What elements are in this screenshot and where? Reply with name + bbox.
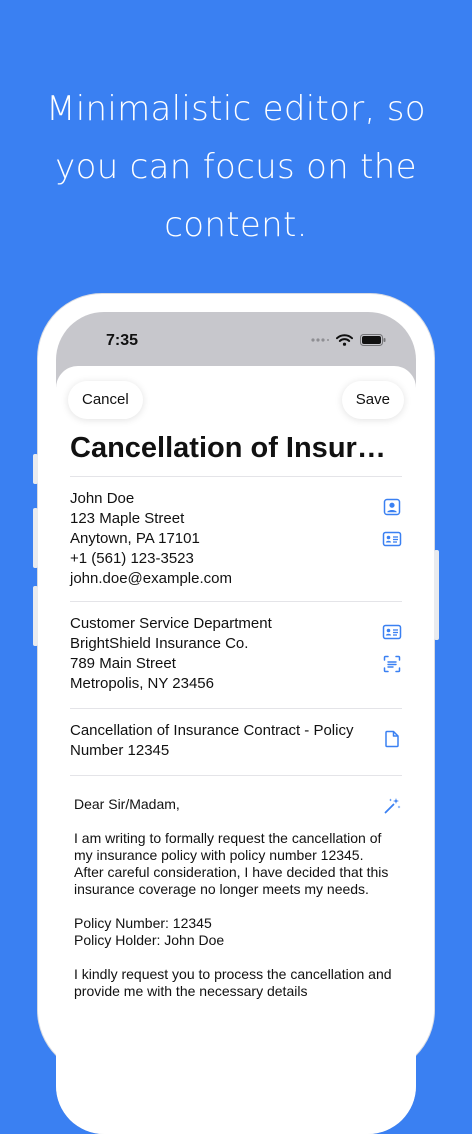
headline-line-1: Minimalistic editor, so [46,89,426,129]
cancel-button[interactable]: Cancel [68,381,143,419]
subject-line-2: Number 12345 [70,742,170,759]
sender-phone: +1 (561) 123-3523 [70,550,194,567]
signal-icon [311,338,329,342]
status-time: 7:35 [106,332,139,349]
contact-card-icon[interactable] [382,622,402,642]
sender-email: john.doe@example.com [70,570,232,587]
letter-actions [382,796,402,816]
subject-lines: Cancellation of Insurance Contract - Pol… [70,709,402,761]
sender-street: 123 Maple Street [70,510,185,527]
text-scan-icon[interactable] [382,654,402,674]
recipient-company: BrightShield Insurance Co. [70,635,249,652]
letter-body: Dear Sir/Madam, I am writing to formally… [70,776,394,1000]
letter-policy-holder: Policy Holder: John Doe [74,932,225,948]
document-title[interactable]: Cancellation of Insura… [70,432,400,465]
headline-line-3: content. [164,205,308,245]
letter-body-block[interactable]: Dear Sir/Madam, I am writing to formally… [70,775,402,1076]
phone-volume-up [33,508,38,568]
phone-screen: 7:35 Cancel Save Cancellation of Insura…… [56,312,416,1134]
editor-sheet: Cancel Save Cancellation of Insura… John… [56,366,416,1134]
phone-mute-switch [33,454,38,484]
sender-lines: John Doe 123 Maple Street Anytown, PA 17… [70,477,402,589]
headline-line-2: you can focus on the [55,147,417,187]
sender-name: John Doe [70,490,135,507]
document-icon[interactable] [382,729,402,749]
contact-card-icon[interactable] [382,529,402,549]
sender-actions [382,497,402,549]
recipient-street: 789 Main Street [70,655,176,672]
sender-city: Anytown, PA 17101 [70,530,200,547]
recipient-lines: Customer Service Department BrightShield… [70,602,402,694]
letter-paragraph-1: I am writing to formally request the can… [74,830,389,897]
phone-power-button [434,550,439,640]
subject-block[interactable]: Cancellation of Insurance Contract - Pol… [70,708,402,775]
letter-paragraph-2: I kindly request you to process the canc… [74,966,392,999]
letter-greeting: Dear Sir/Madam, [74,796,180,812]
subject-line-1: Cancellation of Insurance Contract - Pol… [70,722,354,739]
magic-wand-icon[interactable] [382,796,402,816]
recipient-actions [382,622,402,674]
sender-address-block[interactable]: John Doe 123 Maple Street Anytown, PA 17… [70,476,402,601]
recipient-address-block[interactable]: Customer Service Department BrightShield… [70,601,402,708]
recipient-department: Customer Service Department [70,615,272,632]
battery-icon [360,334,386,346]
headline: Minimalistic editor, so you can focus on… [0,80,472,254]
status-bar: 7:35 [56,312,416,372]
subject-actions [382,729,402,749]
save-button[interactable]: Save [341,381,404,419]
phone-frame: 7:35 Cancel Save Cancellation of Insura…… [33,294,439,1134]
wifi-icon [336,334,353,346]
status-icons [311,334,386,346]
person-crop-square-icon[interactable] [382,497,402,517]
phone-volume-down [33,586,38,646]
recipient-city: Metropolis, NY 23456 [70,675,214,692]
letter-policy-number: Policy Number: 12345 [74,915,212,931]
